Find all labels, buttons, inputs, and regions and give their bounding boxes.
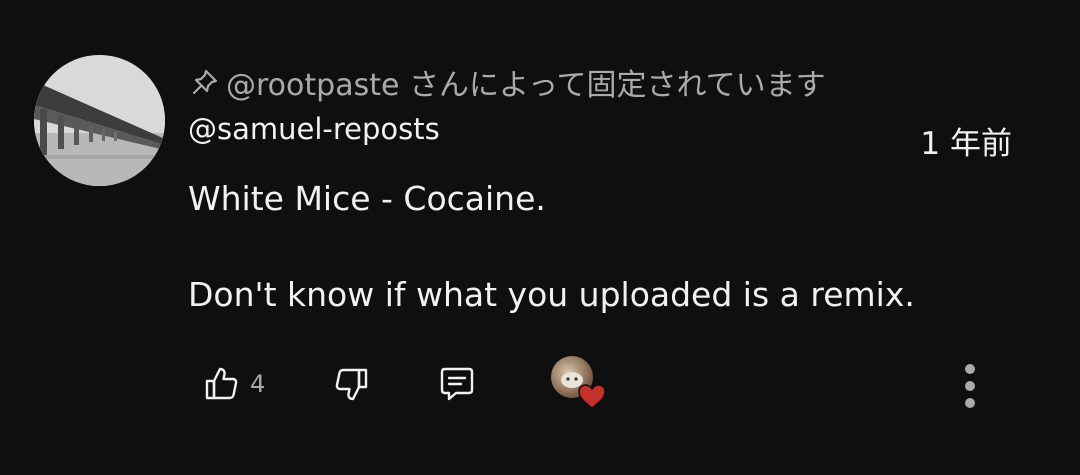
more-actions-button[interactable] <box>948 358 992 414</box>
thumb-down-icon <box>335 368 368 401</box>
reply-comment-icon <box>440 367 474 401</box>
more-dot <box>965 381 975 391</box>
comment-author[interactable]: @samuel-reposts <box>188 112 440 146</box>
creator-heart-badge <box>547 356 609 412</box>
like-button[interactable]: 4 <box>202 360 265 408</box>
comment-text: White Mice - Cocaine. Don't know if what… <box>188 175 1008 319</box>
dislike-button[interactable] <box>326 360 376 408</box>
pinned-indicator: @rootpaste さんによって固定されています <box>190 62 826 103</box>
heart-icon <box>578 384 606 409</box>
comment-line-2: Don't know if what you uploaded is a rem… <box>188 275 915 314</box>
avatar-image <box>34 55 165 186</box>
like-count: 4 <box>250 370 266 398</box>
author-avatar[interactable] <box>34 55 165 186</box>
thumb-up-icon <box>205 367 238 400</box>
comment-timestamp[interactable]: 1 年前 <box>920 118 1012 163</box>
comment-line-1: White Mice - Cocaine. <box>188 179 546 218</box>
comment-actions: 4 <box>0 350 1080 420</box>
pinned-text: @rootpaste さんによって固定されています <box>226 68 826 103</box>
more-vertical-icon <box>965 364 975 374</box>
reply-button[interactable] <box>432 360 482 408</box>
pin-icon <box>190 67 220 97</box>
more-dot <box>965 398 975 408</box>
